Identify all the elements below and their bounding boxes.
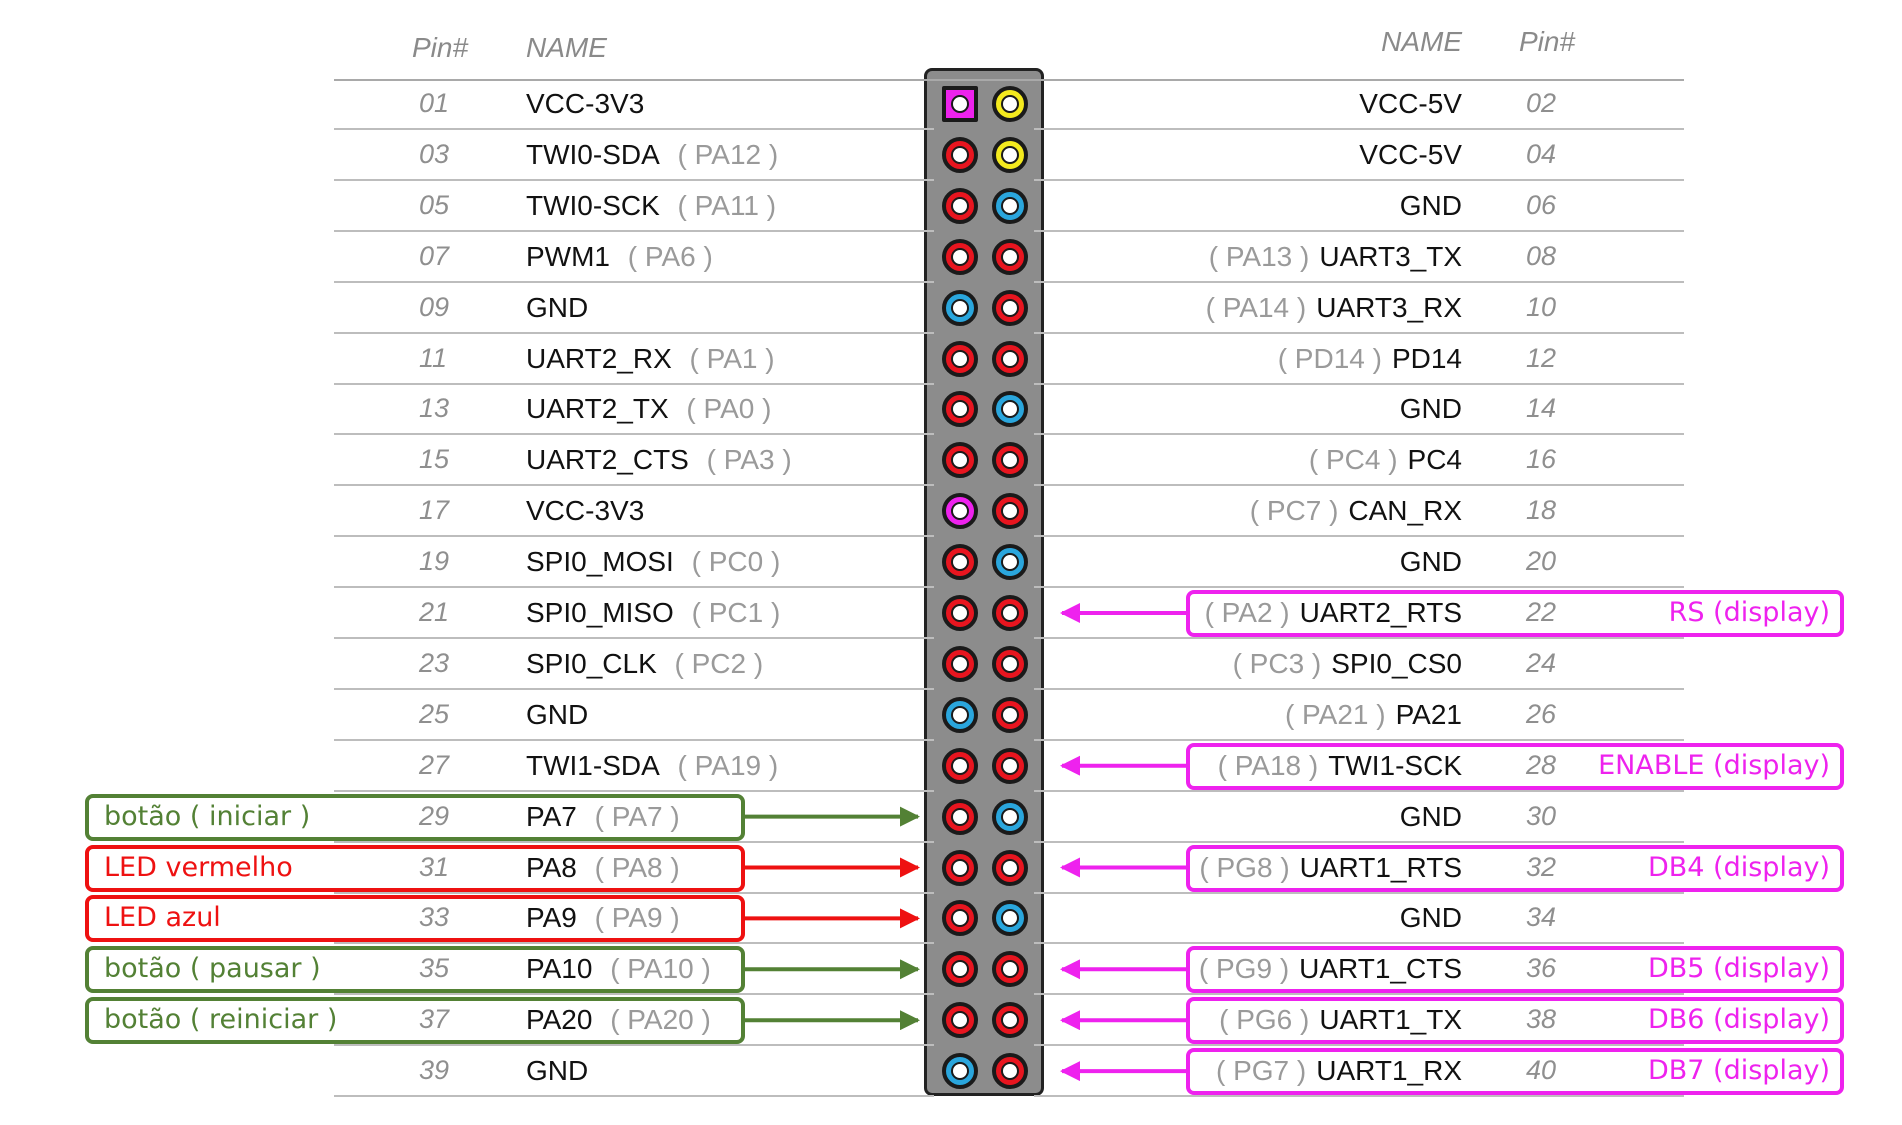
- annotation-arrows: [745, 603, 1186, 1082]
- pinout-diagram: Pin# NAME NAME Pin# 01 VCC-3V3 VCC-5V 02 03 T…: [0, 0, 1902, 1125]
